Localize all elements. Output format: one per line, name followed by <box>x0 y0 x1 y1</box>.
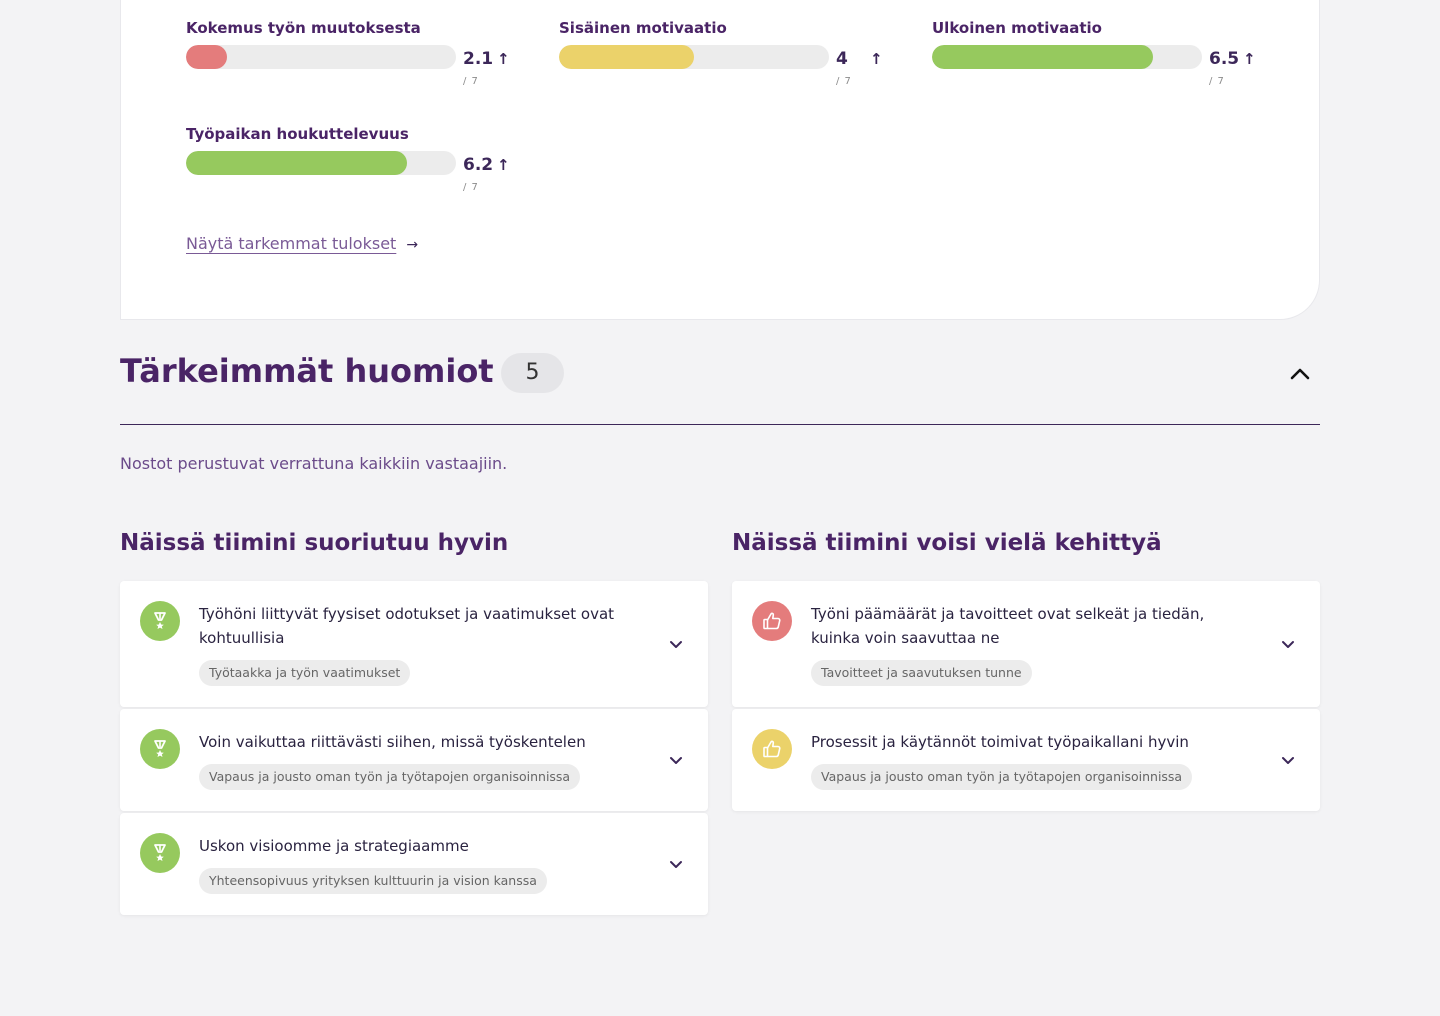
show-details-label: Näytä tarkemmat tulokset <box>186 234 397 253</box>
chevron-down-icon[interactable] <box>1278 634 1298 654</box>
insight-icon-badge <box>752 729 792 769</box>
metric-title: Sisäinen motivaatio <box>559 19 727 37</box>
metric-value: 2.1 <box>463 49 494 69</box>
trend-up-icon: ↑ <box>497 50 510 68</box>
thumbs-up-icon <box>763 740 781 758</box>
chevron-down-icon[interactable] <box>666 854 686 874</box>
metric-bar-fill <box>932 45 1154 69</box>
category-tag: Yhteensopivuus yrityksen kulttuurin ja v… <box>199 868 547 894</box>
medal-icon <box>154 612 166 629</box>
metric-value: 4 <box>836 49 848 69</box>
show-details-link[interactable]: Näytä tarkemmat tulokset → <box>186 234 418 253</box>
metric-kokemus: Kokemus työn muutoksesta 2.1 ↑ / 7 <box>186 19 516 99</box>
chevron-down-icon[interactable] <box>666 750 686 770</box>
category-tag: Vapaus ja jousto oman työn ja työtapojen… <box>199 764 581 790</box>
collapse-button[interactable] <box>1284 358 1316 390</box>
metric-value: 6.2 <box>463 155 494 175</box>
section-divider <box>120 424 1320 425</box>
metric-scale: / 7 <box>463 76 479 87</box>
metric-title: Työpaikan houkuttelevuus <box>186 125 409 143</box>
improvements-title: Näissä tiimini voisi vielä kehittyä <box>732 530 1162 556</box>
metric-bar-track <box>559 45 829 69</box>
trend-up-icon: ↑ <box>870 50 883 68</box>
metric-title: Ulkoinen motivaatio <box>932 19 1102 37</box>
insight-text: Uskon visioomme ja strategiaamme <box>199 837 469 855</box>
insight-text: Voin vaikuttaa riittävästi siihen, missä… <box>199 733 586 751</box>
metric-bar-fill <box>186 45 227 69</box>
strengths-title: Näissä tiimini suoriutuu hyvin <box>120 530 509 556</box>
medal-icon <box>154 844 166 861</box>
insight-text: Työhöni liittyvät fyysiset odotukset ja … <box>199 605 615 647</box>
thumbs-up-icon <box>763 612 781 630</box>
trend-up-icon: ↑ <box>497 156 510 174</box>
improvement-card[interactable]: Työni päämäärät ja tavoitteet ovat selke… <box>732 581 1320 707</box>
metric-bar-track <box>932 45 1202 69</box>
medal-icon <box>154 740 166 757</box>
chevron-down-icon[interactable] <box>666 634 686 654</box>
category-tag: Työtaakka ja työn vaatimukset <box>199 660 411 686</box>
chevron-down-icon[interactable] <box>1278 750 1298 770</box>
strength-card[interactable]: Työhöni liittyvät fyysiset odotukset ja … <box>120 581 708 707</box>
section-title: Tärkeimmät huomiot <box>120 352 494 390</box>
strength-card[interactable]: Uskon visioomme ja strategiaamme Yhteens… <box>120 813 708 915</box>
insight-icon-badge <box>140 601 180 641</box>
metric-value: 6.5 <box>1209 49 1240 69</box>
metric-houkuttelevuus: Työpaikan houkuttelevuus 6.2 ↑ / 7 <box>186 125 516 205</box>
category-tag: Vapaus ja jousto oman työn ja työtapojen… <box>811 764 1193 790</box>
metric-scale: / 7 <box>463 182 479 193</box>
improvement-card[interactable]: Prosessit ja käytännöt toimivat työpaika… <box>732 709 1320 811</box>
insight-icon-badge <box>752 601 792 641</box>
chevron-up-icon <box>1290 368 1310 380</box>
metric-sisainen: Sisäinen motivaatio 4 ↑ / 7 <box>559 19 889 99</box>
trend-up-icon: ↑ <box>1243 50 1256 68</box>
arrow-right-icon: → <box>406 237 419 253</box>
insight-icon-badge <box>140 729 180 769</box>
metric-title: Kokemus työn muutoksesta <box>186 19 421 37</box>
metrics-card: Kokemus työn muutoksesta 2.1 ↑ / 7 Sisäi… <box>120 0 1320 320</box>
metric-bar-track <box>186 45 456 69</box>
metric-bar-track <box>186 151 456 175</box>
insight-text: Prosessit ja käytännöt toimivat työpaika… <box>811 733 1189 751</box>
category-tag: Tavoitteet ja saavutuksen tunne <box>811 660 1032 686</box>
insight-text: Työni päämäärät ja tavoitteet ovat selke… <box>811 605 1205 647</box>
metric-bar-fill <box>186 151 408 175</box>
metric-scale: / 7 <box>836 76 852 87</box>
strength-card[interactable]: Voin vaikuttaa riittävästi siihen, missä… <box>120 709 708 811</box>
metric-bar-fill <box>559 45 694 69</box>
section-subtitle: Nostot perustuvat verrattuna kaikkiin va… <box>120 454 508 473</box>
metric-ulkoinen: Ulkoinen motivaatio 6.5 ↑ / 7 <box>932 19 1262 99</box>
insight-icon-badge <box>140 833 180 873</box>
metric-scale: / 7 <box>1209 76 1225 87</box>
count-badge: 5 <box>501 353 564 393</box>
